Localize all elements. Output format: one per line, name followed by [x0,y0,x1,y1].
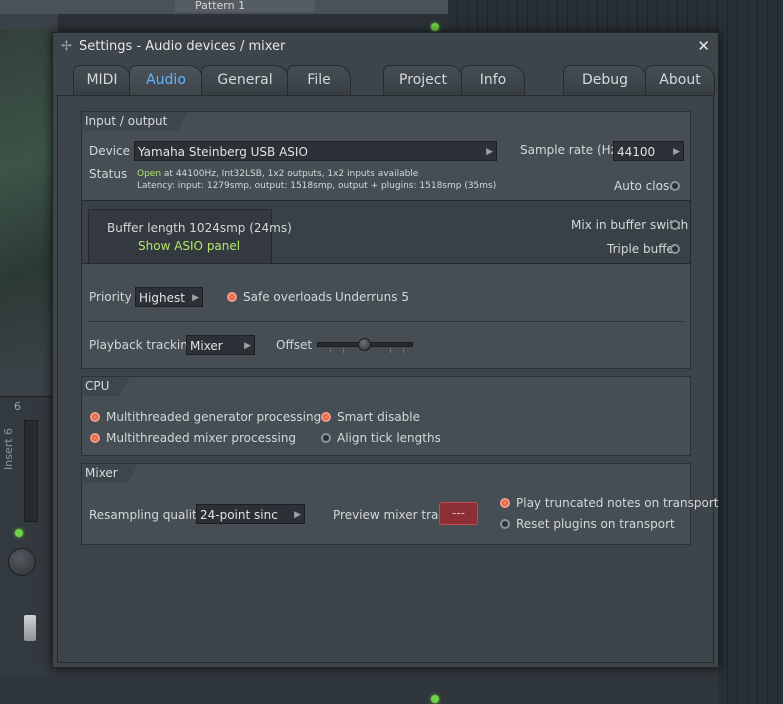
close-icon[interactable]: ✕ [697,37,710,55]
playback-tracking-value: Mixer [190,339,223,353]
tab-audio[interactable]: Audio [129,65,203,95]
tab-file[interactable]: File [287,65,351,95]
chevron-right-icon: ▶ [673,147,680,157]
underruns-count: Underruns 5 [335,290,409,304]
section-title-mixer: Mixer [82,464,138,483]
offset-slider-knob[interactable] [357,338,371,351]
background-playlist-right [718,0,783,704]
triple-buffer-label: Triple buffer [607,242,679,256]
tab-midi[interactable]: MIDI [73,65,131,95]
resampling-quality-select[interactable]: 24-point sinc ▶ [196,504,305,524]
section-title-input-output: Input / output [82,112,187,131]
section-title-cpu: CPU [82,377,129,396]
playback-tracking-label: Playback tracking [89,338,196,352]
device-select[interactable]: Yamaha Steinberg USB ASIO ▶ [134,141,497,161]
tab-bar: MIDI Audio General File Project Info Deb… [53,65,718,95]
triple-buffer-toggle[interactable] [670,244,680,254]
sample-rate-label: Sample rate (Hz) [520,143,622,157]
play-truncated-notes-label: Play truncated notes on transport [516,496,719,510]
auto-close-toggle[interactable] [670,181,680,191]
slider-tick [343,348,344,353]
tab-about[interactable]: About [645,65,715,95]
tab-content-audio: Input / output Device Yamaha Steinberg U… [57,95,718,663]
device-label: Device [89,144,131,158]
safe-overloads-toggle[interactable] [227,292,237,302]
tab-general[interactable]: General [201,65,289,95]
mixer-insert-label: Insert 6 [2,427,15,470]
safe-overloads-label: Safe overloads [243,290,333,304]
sample-rate-value: 44100 [617,145,656,159]
sample-rate-select[interactable]: 44100 ▶ [613,141,684,161]
chevron-right-icon: ▶ [244,341,251,351]
preview-mixer-track-label: Preview mixer track [333,508,452,522]
auto-close-label: Auto close [614,179,677,193]
multithreaded-generator-toggle[interactable] [90,412,100,422]
buffer-box[interactable]: Buffer length 1024smp (24ms) Show ASIO p… [88,209,292,264]
chevron-right-icon: ▶ [486,147,493,157]
status-open: Open [137,169,162,179]
background-pattern-strip[interactable]: Pattern 1 [175,0,315,12]
section-input-output: Input / output Device Yamaha Steinberg U… [81,111,691,369]
status-line-1: Open at 44100Hz, Int32LSB, 1x2 outputs, … [137,169,418,179]
smart-disable-label: Smart disable [337,410,421,424]
slider-tick [330,348,331,353]
pattern-label: Pattern 1 [195,0,246,12]
priority-label: Priority [89,290,132,304]
mixer-volume-fader[interactable] [24,615,36,641]
reset-plugins-label: Reset plugins on transport [516,517,675,531]
background-bottom [0,664,718,704]
status-label: Status [89,167,128,181]
playlist-led-icon[interactable] [431,23,439,31]
mixer-level-meter [24,420,38,522]
offset-label: Offset [276,338,313,352]
mixer-track-number: 6 [14,400,21,413]
play-truncated-notes-toggle[interactable] [500,498,510,508]
align-tick-lengths-toggle[interactable] [321,433,331,443]
section-cpu: CPU Multithreaded generator processing M… [81,376,691,456]
priority-select[interactable]: Highest ▶ [135,287,203,307]
tab-project[interactable]: Project [383,65,463,95]
drag-grip-icon[interactable]: ✢ [61,39,72,54]
reset-plugins-toggle[interactable] [500,519,510,529]
chevron-right-icon: ▶ [192,293,199,303]
title-bar[interactable]: ✢ Settings - Audio devices / mixer ✕ [53,33,718,61]
multithreaded-mixer-toggle[interactable] [90,433,100,443]
resampling-quality-value: 24-point sinc [200,508,278,522]
slider-tick [403,348,404,353]
window-title: Settings - Audio devices / mixer [79,39,286,54]
chevron-right-icon: ▶ [294,510,301,520]
divider [88,321,684,322]
align-tick-lengths-label: Align tick lengths [337,431,441,445]
device-value: Yamaha Steinberg USB ASIO [138,145,308,159]
tab-debug[interactable]: Debug [563,65,647,95]
mixer-led-icon[interactable] [15,529,23,537]
status-latency: Latency: input: 1279smp, output: 1518smp… [137,181,497,191]
multithreaded-mixer-label: Multithreaded mixer processing [106,431,297,445]
slider-tick [390,348,391,353]
smart-disable-toggle[interactable] [321,412,331,422]
background-artwork [0,30,52,370]
resampling-quality-label: Resampling quality [89,508,204,522]
settings-window: ✢ Settings - Audio devices / mixer ✕ MID… [52,32,719,668]
multithreaded-generator-label: Multithreaded generator processing [106,410,322,424]
background-playlist-top [448,0,718,34]
tab-info[interactable]: Info [461,65,525,95]
section-mixer: Mixer Resampling quality 24-point sinc ▶… [81,463,718,545]
playback-tracking-select[interactable]: Mixer ▶ [186,335,255,355]
status-format: at 44100Hz, Int32LSB, 1x2 outputs, 1x2 i… [163,169,419,179]
buffer-length: Buffer length 1024smp (24ms) [107,221,292,235]
playlist-led-bottom-icon[interactable] [431,695,439,703]
show-asio-panel-button[interactable]: Show ASIO panel [138,239,240,253]
mixer-pan-knob[interactable] [8,548,36,576]
mix-in-buffer-switch-toggle[interactable] [670,220,680,230]
preview-mixer-track-button[interactable]: --- [439,502,478,525]
priority-value: Highest [139,291,185,305]
